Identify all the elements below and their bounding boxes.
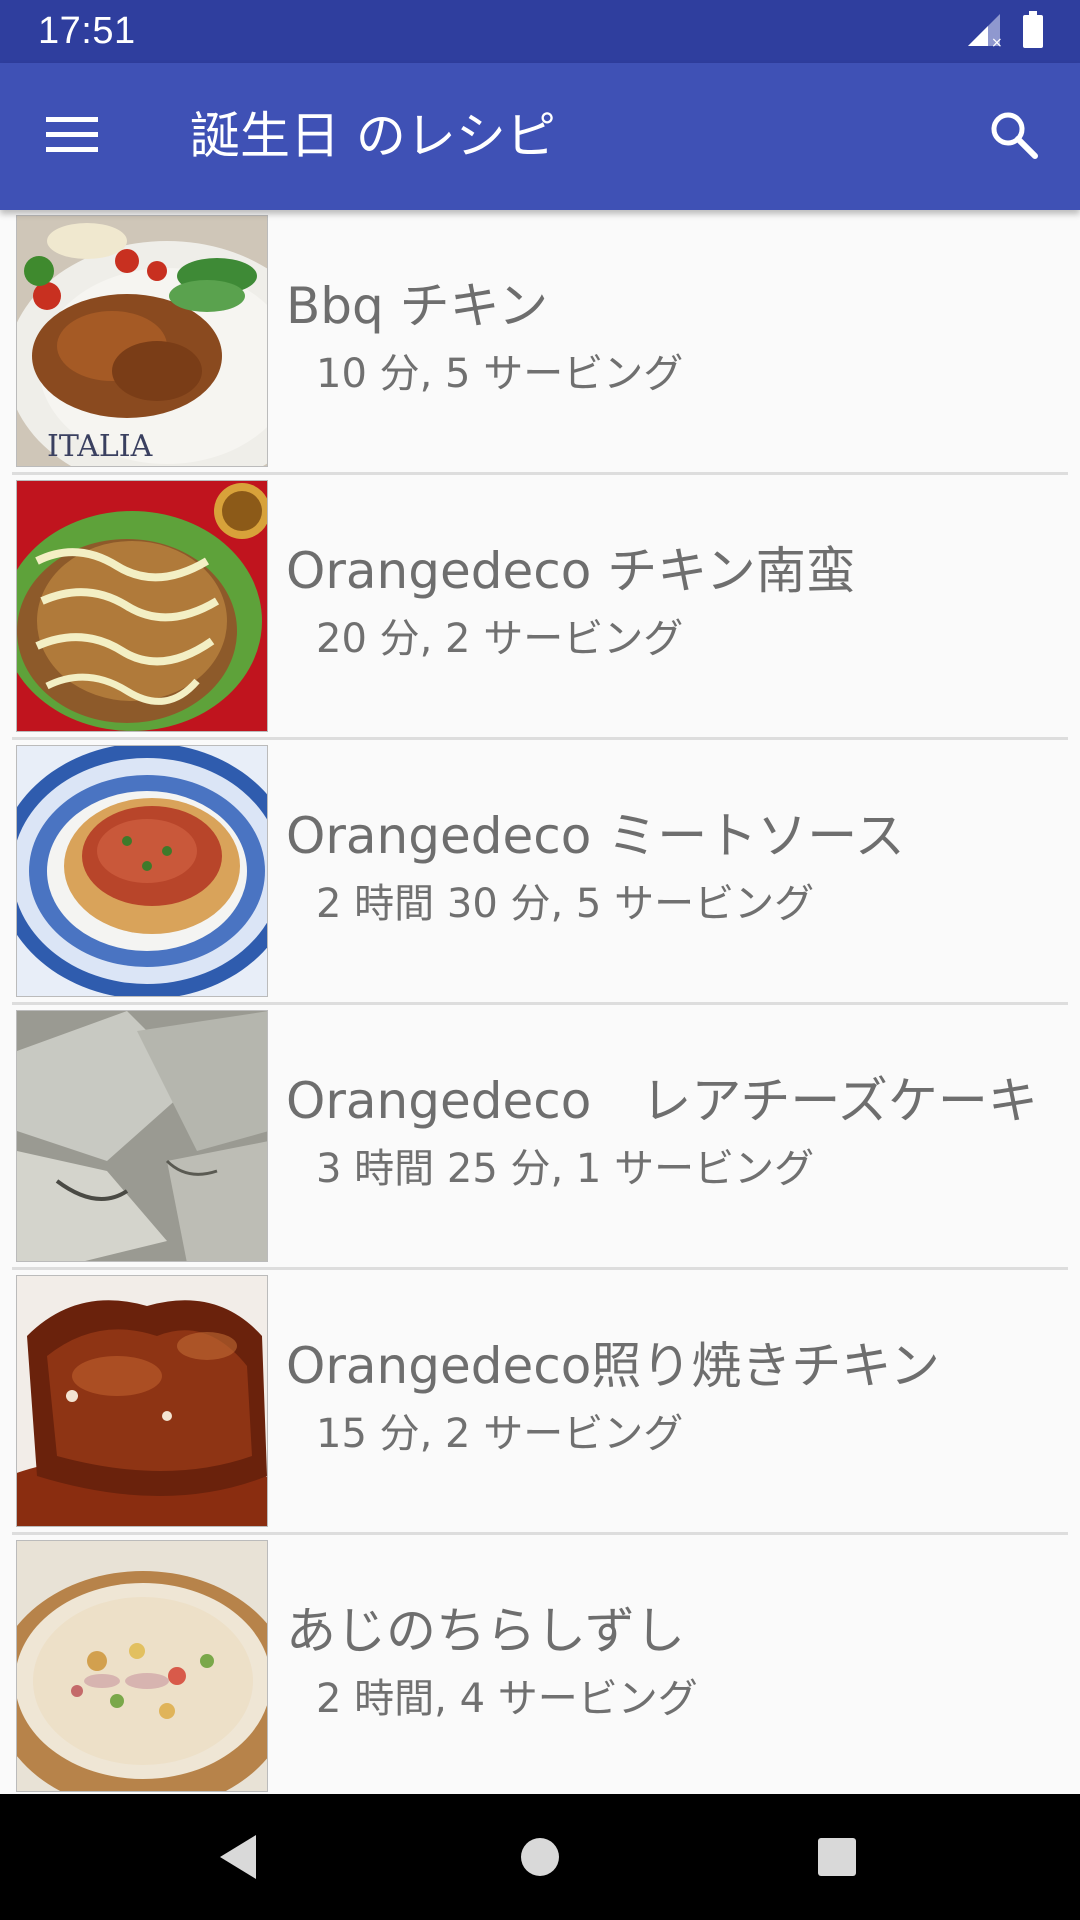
recipe-subtitle: 2 時間 30 分, 5 サービング [316, 881, 815, 927]
navigation-bar [0, 1794, 1080, 1920]
recipe-row-6[interactable]: あじのちらしずし 2 時間, 4 サービング [12, 1535, 1068, 1794]
recipe-title: Bbq チキン [286, 277, 549, 335]
battery-icon [1022, 11, 1044, 53]
recipe-thumbnail [16, 1540, 268, 1792]
back-button[interactable] [203, 1824, 273, 1894]
recipe-row-2[interactable]: Orangedeco チキン南蛮 20 分, 2 サービング [12, 475, 1068, 740]
recipe-thumbnail [16, 1010, 268, 1262]
search-icon [989, 110, 1039, 164]
signal-icon: × [966, 12, 1003, 52]
menu-button[interactable] [36, 105, 108, 169]
recipe-title: あじのちらしずし [286, 1602, 685, 1660]
hamburger-menu-icon [46, 115, 98, 159]
recipe-thumbnail [16, 480, 268, 732]
status-icons: × [966, 11, 1044, 53]
back-triangle-icon [216, 1833, 260, 1885]
recipe-row-5[interactable]: Orangedeco照り焼きチキン 15 分, 2 サービング [12, 1270, 1068, 1535]
home-circle-icon [518, 1835, 562, 1883]
recipe-subtitle: 15 分, 2 サービング [316, 1411, 684, 1457]
svg-text:×: × [991, 35, 1002, 48]
recipe-subtitle: 2 時間, 4 サービング [316, 1676, 698, 1722]
status-bar: 17:51 × [0, 0, 1080, 63]
search-button[interactable] [976, 99, 1052, 175]
recents-square-icon [816, 1836, 858, 1882]
home-button[interactable] [505, 1824, 575, 1894]
recipe-row-1[interactable]: ITALIA Bbq チキン 10 分, 5 サービング [12, 210, 1068, 475]
status-time: 17:51 [38, 10, 136, 52]
recipe-title: Orangedeco レアチーズケーキ [286, 1072, 1038, 1130]
recipe-subtitle: 3 時間 25 分, 1 サービング [316, 1146, 815, 1192]
recipe-title: Orangedeco チキン南蛮 [286, 542, 856, 600]
recents-button[interactable] [802, 1824, 872, 1894]
recipe-thumbnail [16, 1275, 268, 1527]
app-bar: 誕生日 のレシピ [0, 63, 1080, 210]
recipe-list: ITALIA Bbq チキン 10 分, 5 サービング Orangedeco … [0, 210, 1080, 1794]
recipe-title: Orangedeco照り焼きチキン [286, 1337, 940, 1395]
recipe-thumbnail [16, 745, 268, 997]
recipe-thumbnail: ITALIA [16, 215, 268, 467]
recipe-subtitle: 20 分, 2 サービング [316, 616, 684, 662]
recipe-row-4[interactable]: Orangedeco レアチーズケーキ 3 時間 25 分, 1 サービング [12, 1005, 1068, 1270]
recipe-title: Orangedeco ミートソース [286, 807, 905, 865]
page-title: 誕生日 のレシピ [190, 107, 556, 165]
recipe-subtitle: 10 分, 5 サービング [316, 351, 684, 397]
svg-text:ITALIA: ITALIA [47, 429, 153, 464]
recipe-row-3[interactable]: Orangedeco ミートソース 2 時間 30 分, 5 サービング [12, 740, 1068, 1005]
